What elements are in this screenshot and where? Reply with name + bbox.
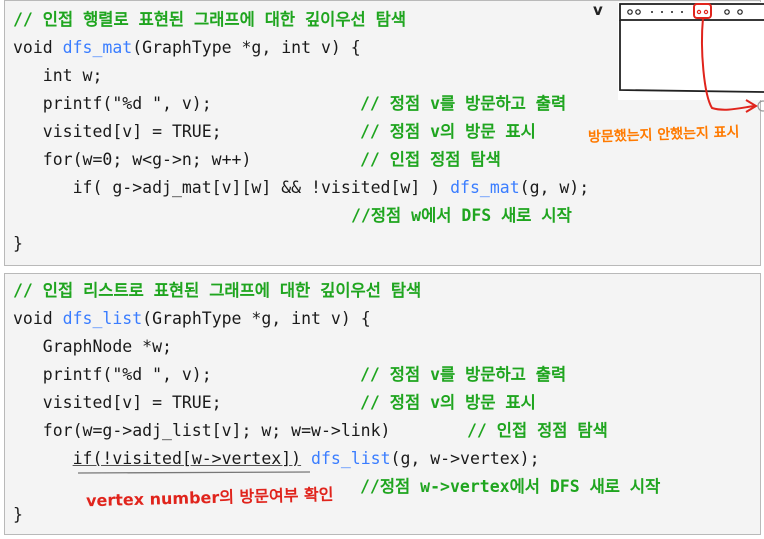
signature-params: (GraphType *g, int v) {: [132, 38, 361, 57]
recursive-call-args: (g, w);: [519, 178, 590, 197]
if-condition: if( g->adj_mat[v][w] && !visited[w] ): [13, 178, 451, 197]
code-line-if: if( g->adj_mat[v][w] && !visited[w] ) df…: [13, 177, 590, 201]
keyword-void: void: [13, 38, 63, 57]
recursive-call-args: (g, w->vertex);: [390, 449, 540, 468]
code-line-printf: printf("%d ", v);: [13, 94, 212, 113]
header-comment: // 인접 행렬로 표현된 그래프에 대한 깊이우선 탐색: [13, 10, 407, 29]
comment-printf: // 정점 v를 방문하고 출력: [360, 94, 567, 113]
code-line-decl: int w;: [13, 66, 103, 85]
closing-brace: }: [13, 234, 23, 253]
function-name: dfs_mat: [62, 38, 133, 57]
code-line-printf: printf("%d ", v);: [13, 365, 212, 384]
if-condition: if(!visited[w->vertex]): [72, 449, 302, 468]
comment-printf: // 정점 v를 방문하고 출력: [360, 365, 567, 384]
code-line-visited: visited[v] = TRUE;: [13, 393, 222, 412]
keyword-void: void: [13, 309, 63, 328]
code-line-for: for(w=0; w<g->n; w++): [13, 150, 252, 169]
code-line-if: if(!visited[w->vertex]) dfs_list(g, w->v…: [13, 448, 540, 472]
header-comment: // 인접 리스트로 표현된 그래프에 대한 깊이우선 탐색: [13, 281, 422, 300]
comment-for: // 인접 정점 탐색: [467, 421, 608, 440]
recursive-call-name: dfs_mat: [450, 178, 520, 197]
recursive-call-name: dfs_list: [311, 449, 391, 468]
code-line-visited: visited[v] = TRUE;: [13, 122, 222, 141]
code-line-for: for(w=g->adj_list[v]; w; w=w->link): [13, 421, 391, 440]
function-signature: void dfs_mat(GraphType *g, int v) {: [13, 37, 361, 61]
comment-for: // 인접 정점 탐색: [360, 150, 501, 169]
closing-brace: }: [13, 505, 23, 524]
signature-params: (GraphType *g, int v) {: [142, 309, 371, 328]
comment-visited: // 정점 v의 방문 표시: [360, 122, 536, 141]
function-signature: void dfs_list(GraphType *g, int v) {: [13, 308, 371, 332]
comment-recursive: //정점 w에서 DFS 새로 시작: [351, 206, 572, 225]
comment-visited: // 정점 v의 방문 표시: [360, 393, 536, 412]
code-line-decl: GraphNode *w;: [13, 337, 172, 356]
function-name: dfs_list: [62, 309, 143, 328]
comment-recursive: //정점 w->vertex에서 DFS 새로 시작: [360, 477, 661, 496]
